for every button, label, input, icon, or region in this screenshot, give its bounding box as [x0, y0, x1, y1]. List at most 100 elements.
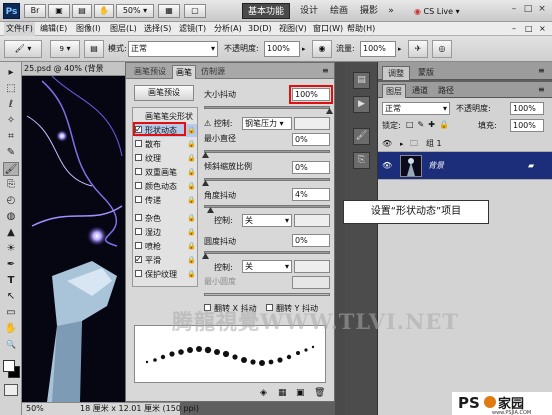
marquee-tool-icon[interactable]: ⬚ [3, 82, 19, 96]
opacity-input[interactable]: 100% [264, 41, 300, 57]
smoothing-checkbox[interactable] [135, 253, 142, 266]
option-protect-texture[interactable]: 保护纹理 🔒 [135, 268, 197, 281]
toggle-brush-panel-button[interactable]: ▤ [84, 40, 104, 58]
lock-icon[interactable]: 🔒 [187, 226, 196, 239]
bridge-button[interactable]: Br [24, 4, 46, 18]
eraser-tool-icon[interactable]: ◍ [3, 210, 19, 224]
blend-mode-select[interactable]: 正常 ▾ [382, 102, 450, 115]
actions-panel-icon[interactable]: ▶ [353, 96, 370, 113]
dodge-tool-icon[interactable]: ☀ [3, 242, 19, 256]
option-wet-edges[interactable]: 湿边 🔒 [135, 226, 197, 239]
lock-icon[interactable]: 🔒 [187, 240, 196, 253]
option-texture[interactable]: 纹理 🔒 [135, 152, 197, 165]
size-control-extra-field[interactable] [294, 117, 330, 130]
layer-row-group[interactable]: 👁 ▸ 🗀 组 1 [378, 136, 552, 152]
menu-select[interactable]: 选择(S) [142, 22, 173, 36]
opacity-pressure-button[interactable]: ◉ [312, 40, 332, 58]
new-brush-icon[interactable]: ▣ [296, 388, 305, 398]
airbrush-checkbox[interactable] [135, 242, 142, 249]
color-dynamics-checkbox[interactable] [135, 182, 142, 189]
layer-row-background[interactable]: 👁 背景 ▰ [378, 152, 552, 180]
foreground-color-swatch[interactable] [3, 360, 15, 372]
cs-live-button[interactable]: ◉ CS Live ▾ [414, 5, 460, 19]
screen-mode-button[interactable]: ▢ [184, 4, 206, 18]
quick-select-tool-icon[interactable]: ✧ [3, 114, 19, 128]
tab-masks[interactable]: 蒙版 [412, 66, 440, 80]
status-zoom[interactable]: 50% [26, 403, 44, 415]
lock-icon[interactable]: 🔒 [187, 254, 196, 267]
workspace-design-button[interactable]: 设计 [296, 3, 322, 19]
angle-jitter-slider[interactable] [204, 205, 330, 208]
mini-bridge-button[interactable]: ▣ [48, 4, 70, 18]
show-selected-tip-icon[interactable]: ▦ [278, 388, 287, 398]
hand-tool-icon[interactable]: ✋ [3, 322, 19, 336]
tilt-scale-slider[interactable] [204, 178, 330, 181]
menu-file[interactable]: 文件(F) [4, 22, 35, 36]
menu-help[interactable]: 帮助(H) [345, 22, 377, 36]
option-dual-brush[interactable]: 双重画笔 🔒 [135, 166, 197, 179]
panel-collapse-strip[interactable] [335, 62, 345, 415]
doc-restore-icon[interactable]: □ [523, 22, 535, 36]
brush-preset-picker[interactable]: 9 ▾ [50, 40, 80, 58]
lock-icon[interactable]: 🔒 [187, 166, 196, 179]
gradient-tool-icon[interactable]: ▲ [3, 226, 19, 240]
visibility-eye-icon[interactable]: 👁 [382, 158, 392, 174]
roundness-jitter-input[interactable]: 0% [292, 234, 330, 247]
shape-tool-icon[interactable]: ▭ [3, 306, 19, 320]
doc-minimize-icon[interactable]: – [510, 22, 518, 36]
lock-icon[interactable]: 🔒 [187, 180, 196, 193]
angle-control-extra-field[interactable] [294, 214, 330, 227]
fill-input[interactable]: 100% [510, 119, 544, 132]
workspace-essentials-button[interactable]: 基本功能 [242, 3, 290, 19]
flow-input[interactable]: 100% [360, 41, 396, 57]
option-smoothing[interactable]: 平滑 🔒 [135, 253, 197, 267]
menu-edit[interactable]: 编辑(E) [38, 22, 69, 36]
tab-brush-presets[interactable]: 画笔预设 [130, 65, 170, 79]
wet-edges-checkbox[interactable] [135, 228, 142, 235]
history-brush-tool-icon[interactable]: ◴ [3, 194, 19, 208]
size-jitter-slider[interactable] [204, 106, 330, 109]
layer-opacity-input[interactable]: 100% [510, 102, 544, 115]
more-workspaces-icon[interactable]: » [386, 3, 396, 19]
min-diameter-input[interactable]: 0% [292, 133, 330, 146]
document-canvas[interactable] [22, 76, 125, 402]
lock-icon[interactable]: 🔒 [187, 124, 196, 137]
visibility-eye-icon[interactable]: 👁 [382, 136, 392, 152]
group-expand-icon[interactable]: ▸ [400, 136, 404, 152]
panel-menu-icon[interactable]: ≡ [322, 66, 329, 75]
option-airbrush[interactable]: 喷枪 🔒 [135, 240, 197, 253]
toggle-live-tip-icon[interactable]: ◈ [260, 388, 267, 398]
type-tool-icon[interactable]: T [3, 274, 19, 288]
menu-layer[interactable]: 图层(L) [108, 22, 139, 36]
size-pressure-button[interactable]: ◎ [432, 40, 452, 58]
roundness-control-extra-field[interactable] [294, 260, 330, 273]
lock-icon[interactable]: 🔒 [187, 194, 196, 207]
menu-view[interactable]: 视图(V) [277, 22, 309, 36]
lock-icon[interactable]: 🔒 [187, 152, 196, 165]
hand-tool-button[interactable]: ✋ [94, 4, 114, 18]
menu-analysis[interactable]: 分析(A) [212, 22, 244, 36]
tilt-scale-input[interactable]: 0% [292, 161, 330, 174]
tool-preset-picker[interactable]: 🖌 ▾ [4, 40, 42, 58]
move-tool-icon[interactable]: ▸ [3, 66, 19, 80]
tab-clone-source[interactable]: 仿制源 [198, 65, 228, 79]
path-select-tool-icon[interactable]: ↖ [3, 290, 19, 304]
lock-icon[interactable]: 🔒 [187, 138, 196, 151]
brush-panel-icon[interactable]: 🖌 [353, 128, 370, 145]
clone-stamp-tool-icon[interactable]: ⎘ [3, 178, 19, 192]
tab-paths[interactable]: 路径 [434, 84, 458, 98]
size-control-select[interactable]: 钢笔压力 ▾ [242, 117, 292, 130]
workspace-photography-button[interactable]: 摄影 [356, 3, 382, 19]
texture-checkbox[interactable] [135, 154, 142, 161]
quick-mask-icon[interactable] [4, 384, 18, 396]
minimize-icon[interactable]: – [508, 4, 520, 16]
option-transfer[interactable]: 传递 🔒 [135, 194, 197, 207]
brush-presets-button[interactable]: 画笔预设 [134, 85, 194, 101]
mode-select[interactable]: 正常 ▾ [128, 41, 218, 57]
transfer-checkbox[interactable] [135, 196, 142, 203]
pen-tool-icon[interactable]: ✒ [3, 258, 19, 272]
layers-panel-menu-icon[interactable]: ≡ [538, 85, 545, 94]
menu-image[interactable]: 图像(I) [74, 22, 103, 36]
airbrush-button[interactable]: ✈ [408, 40, 428, 58]
tab-brush[interactable]: 画笔 [172, 65, 196, 79]
